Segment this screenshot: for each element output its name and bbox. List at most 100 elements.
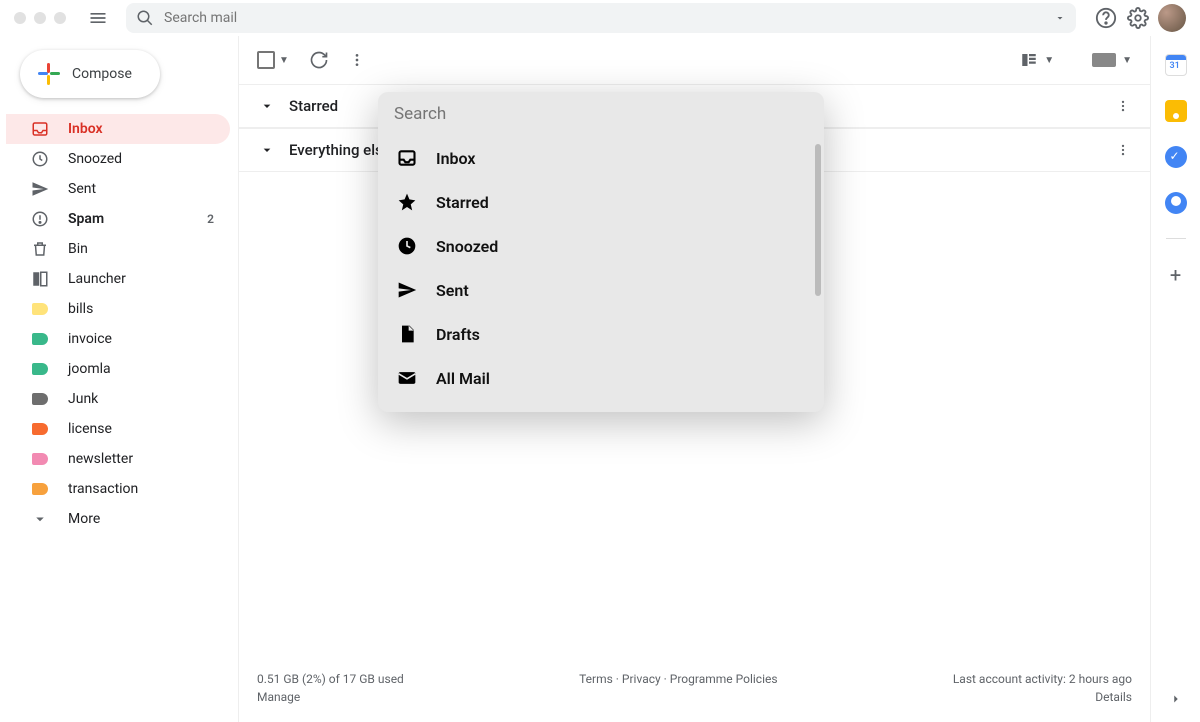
compose-label: Compose	[72, 66, 132, 82]
nav-label: More	[68, 511, 100, 527]
traffic-minimize[interactable]	[34, 12, 46, 24]
send-icon	[30, 179, 50, 199]
account-avatar[interactable]	[1158, 4, 1186, 32]
footer-storage: 0.51 GB (2%) of 17 GB used Manage	[257, 672, 404, 704]
nav-label: Junk	[68, 391, 98, 407]
settings-icon[interactable]	[1126, 6, 1150, 30]
activity-text: Last account activity: 2 hours ago	[953, 672, 1132, 686]
popup-scrollbar[interactable]	[815, 144, 821, 296]
select-checkbox[interactable]	[257, 51, 275, 69]
popup-item-drafts[interactable]: Drafts	[378, 312, 824, 356]
split-pane-toggle[interactable]: ▼	[1020, 51, 1054, 69]
traffic-close[interactable]	[14, 12, 26, 24]
draft-icon	[396, 323, 418, 345]
chevron-down-icon	[259, 98, 275, 114]
popup-search-input[interactable]	[394, 92, 808, 136]
nav-label: Inbox	[68, 121, 103, 137]
sidebar-item-invoice[interactable]: invoice	[6, 324, 230, 354]
section-more-icon[interactable]	[1116, 143, 1130, 157]
sidebar-item-transaction[interactable]: transaction	[6, 474, 230, 504]
popup-item-all-mail[interactable]: All Mail	[378, 356, 824, 400]
help-icon[interactable]	[1094, 6, 1118, 30]
sidebar-item-inbox[interactable]: Inbox	[6, 114, 230, 144]
sidebar-item-launcher[interactable]: Launcher	[6, 264, 230, 294]
popup-list: Inbox Starred SnoozedSent Drafts All Mail	[378, 136, 824, 412]
section-label: Everything else	[289, 141, 391, 159]
sidebar-item-bills[interactable]: bills	[6, 294, 230, 324]
traffic-zoom[interactable]	[54, 12, 66, 24]
nav-label: newsletter	[68, 451, 133, 467]
nav-label: Snoozed	[68, 151, 122, 167]
sidebar-item-spam[interactable]: Spam 2	[6, 204, 230, 234]
more-icon[interactable]	[349, 52, 365, 68]
nav-list: Inbox Snoozed Sent Spam 2 Bin Launcher bills inv…	[6, 114, 230, 534]
mail-icon	[396, 367, 418, 389]
search-options-icon[interactable]	[1054, 12, 1066, 24]
select-all[interactable]: ▼	[257, 51, 289, 69]
search-icon	[136, 9, 154, 27]
collapse-panel-icon[interactable]	[1169, 692, 1183, 706]
popup-item-snoozed[interactable]: Snoozed	[378, 224, 824, 268]
menu-icon[interactable]	[86, 6, 110, 30]
section-label: Starred	[289, 97, 338, 115]
nav-label: Sent	[68, 181, 96, 197]
nav-label: invoice	[68, 331, 112, 347]
nav-label: joomla	[68, 361, 111, 377]
popup-search[interactable]	[378, 92, 824, 136]
label-icon	[30, 479, 50, 499]
nav-label: transaction	[68, 481, 138, 497]
footer-links: Terms · Privacy · Programme Policies	[579, 672, 777, 686]
sidebar-item-snoozed[interactable]: Snoozed	[6, 144, 230, 174]
calendar-app-icon[interactable]	[1165, 54, 1187, 76]
policies-link[interactable]: Programme Policies	[670, 672, 778, 686]
add-app-icon[interactable]: +	[1170, 263, 1181, 287]
label-icon	[30, 449, 50, 469]
nav-label: Spam	[68, 211, 104, 227]
sidebar-item-joomla[interactable]: joomla	[6, 354, 230, 384]
sidebar-item-bin[interactable]: Bin	[6, 234, 230, 264]
popup-item-inbox[interactable]: Inbox	[378, 136, 824, 180]
side-panel: +	[1150, 36, 1200, 722]
sidebar-item-newsletter[interactable]: newsletter	[6, 444, 230, 474]
terms-link[interactable]: Terms	[579, 672, 613, 686]
keep-app-icon[interactable]	[1165, 100, 1187, 122]
refresh-icon[interactable]	[309, 50, 329, 70]
privacy-link[interactable]: Privacy	[622, 672, 661, 686]
chevron-icon	[30, 509, 50, 529]
folder-picker-popup: Inbox Starred SnoozedSent Drafts All Mail	[378, 92, 824, 412]
details-link[interactable]: Details	[953, 690, 1132, 704]
popup-item-label: Starred	[436, 193, 489, 212]
chevron-down-icon	[259, 142, 275, 158]
popup-item-label: Drafts	[436, 325, 480, 344]
nav-label: Launcher	[68, 271, 126, 287]
window-controls	[14, 12, 66, 24]
tasks-app-icon[interactable]	[1165, 146, 1187, 168]
compose-button[interactable]: Compose	[20, 50, 160, 98]
search-input[interactable]	[164, 10, 1066, 26]
sidebar-item-junk[interactable]: Junk	[6, 384, 230, 414]
contacts-app-icon[interactable]	[1165, 192, 1187, 214]
mail-toolbar: ▼ ▼ ▼	[239, 36, 1150, 84]
top-bar	[0, 0, 1200, 36]
label-icon	[30, 329, 50, 349]
sidebar: Compose Inbox Snoozed Sent Spam 2 Bin Launcher…	[0, 36, 238, 722]
rail-divider	[1166, 238, 1186, 239]
manage-link[interactable]: Manage	[257, 690, 404, 704]
nav-count: 2	[207, 212, 218, 226]
search-bar[interactable]	[126, 3, 1076, 33]
popup-item-starred[interactable]: Starred	[378, 180, 824, 224]
select-dropdown-icon[interactable]: ▼	[279, 55, 289, 66]
popup-item-sent[interactable]: Sent	[378, 268, 824, 312]
popup-item-label: Inbox	[436, 149, 476, 168]
launcher-icon	[30, 269, 50, 289]
label-icon	[30, 419, 50, 439]
section-more-icon[interactable]	[1116, 99, 1130, 113]
star-icon	[396, 191, 418, 213]
input-tools-toggle[interactable]: ▼	[1092, 53, 1132, 67]
compose-plus-icon	[38, 63, 60, 85]
sidebar-item-sent[interactable]: Sent	[6, 174, 230, 204]
sidebar-item-more[interactable]: More	[6, 504, 230, 534]
label-icon	[30, 359, 50, 379]
sidebar-item-license[interactable]: license	[6, 414, 230, 444]
label-icon	[30, 389, 50, 409]
